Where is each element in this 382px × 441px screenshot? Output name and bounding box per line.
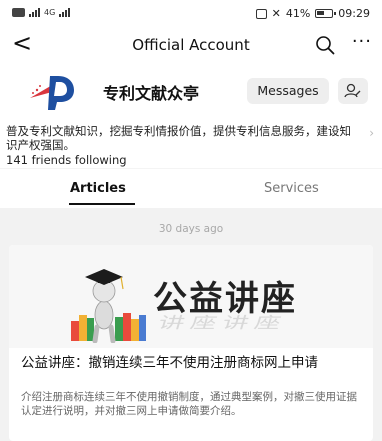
status-bar: 4G ✕ 41% 09:29 [0, 0, 382, 28]
follow-button[interactable] [338, 78, 368, 104]
cover-title: 公益讲座 [153, 279, 297, 319]
account-name: 专利文献众亭 [103, 84, 200, 103]
graduate-with-books-illustration [71, 269, 146, 343]
chevron-right-icon[interactable]: › [369, 126, 374, 140]
tab-services[interactable]: Services [264, 181, 319, 196]
mute-icon: ✕ [271, 7, 281, 20]
nav-bar: < Official Account ··· [0, 28, 382, 62]
tab-bar: Articles Services [0, 168, 382, 208]
battery-percent: 41% [285, 7, 311, 20]
article-cover-image[interactable]: 讲座讲座 公益讲座 [9, 245, 373, 348]
post-date: 30 days ago [158, 223, 224, 235]
nfc-icon [255, 8, 267, 19]
clock: 09:29 [338, 7, 370, 20]
signal-indicators: 4G [12, 8, 71, 17]
search-icon[interactable] [314, 34, 336, 56]
status-right: ✕ 41% 09:29 [255, 7, 370, 20]
article-title[interactable]: 公益讲座：撤销连续三年不使用注册商标网上申请 [21, 355, 367, 372]
battery-icon [315, 9, 337, 18]
tab-articles[interactable]: Articles [70, 181, 126, 196]
messages-button[interactable]: Messages [247, 78, 329, 104]
article-card[interactable]: 讲座讲座 公益讲座 公益讲座：撤销连续三年不使用注册商标网上申请 介绍注册商标连… [9, 245, 373, 441]
active-tab-indicator [69, 203, 135, 205]
article-summary: 介绍注册商标连续三年不使用撤销制度，通过典型案例，对撤三使用证据认定进行说明，并… [21, 391, 357, 417]
signal-bars-icon [29, 8, 40, 17]
account-profile: 专利文献众亭 Messages 普及专利文献知识，挖掘专利情报价值，提供专利信息… [0, 62, 382, 168]
profile-icon [344, 83, 361, 98]
followers-count: 141 friends following [6, 153, 127, 167]
more-icon[interactable]: ··· [352, 31, 372, 52]
account-logo [30, 76, 74, 110]
sim-icon [12, 8, 25, 17]
account-description: 普及专利文献知识，挖掘专利情报价值，提供专利信息服务，建设知识产权强国。 [6, 124, 351, 152]
network-label: 4G [44, 8, 56, 17]
signal-bars-icon-2 [59, 8, 71, 17]
